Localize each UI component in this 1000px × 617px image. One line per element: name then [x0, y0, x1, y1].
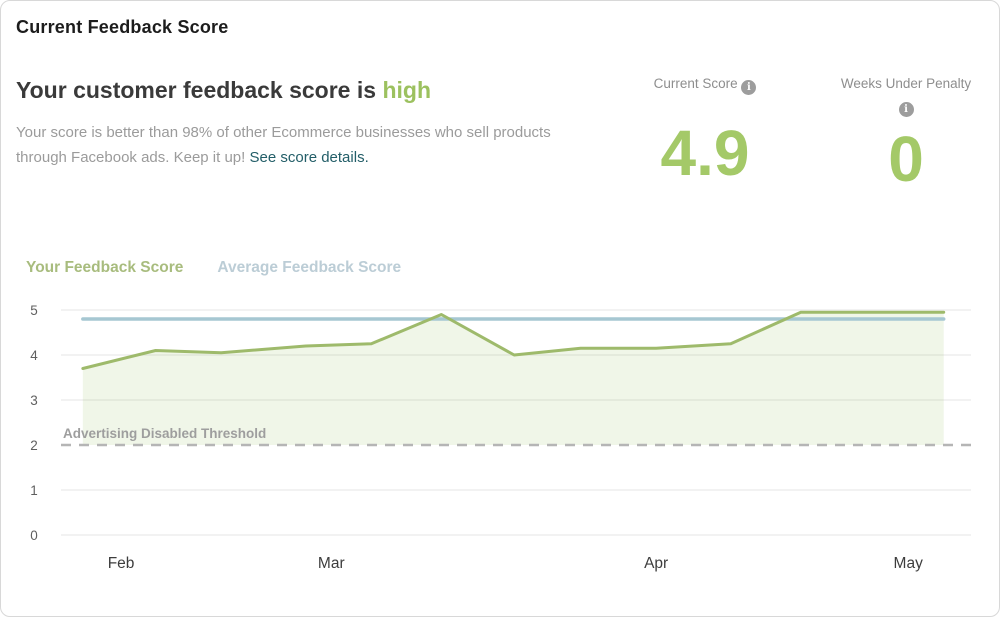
current-score-value: 4.9	[660, 117, 750, 189]
svg-text:4: 4	[30, 348, 38, 363]
svg-text:1: 1	[30, 483, 38, 498]
current-score-label: Current Score	[653, 76, 738, 91]
stats-panel: Current Score i 4.9 Weeks Under Penalty …	[625, 75, 981, 191]
summary-description: Your score is better than 98% of other E…	[16, 121, 576, 171]
page-title: Current Feedback Score	[16, 17, 229, 37]
info-icon[interactable]: i	[898, 101, 914, 117]
svg-text:May: May	[894, 555, 924, 572]
weeks-under-penalty-value: 0	[888, 122, 924, 195]
svg-text:2: 2	[30, 438, 38, 453]
svg-text:Feb: Feb	[108, 555, 135, 572]
svg-text:3: 3	[30, 393, 38, 408]
current-score-label-row: Current Score i	[625, 75, 785, 95]
weeks-penalty-icon-row: i	[831, 97, 981, 117]
info-icon[interactable]: i	[741, 80, 757, 95]
legend-average-feedback-score[interactable]: Average Feedback Score	[217, 259, 401, 277]
see-score-details-link[interactable]: See score details.	[250, 149, 369, 166]
svg-text:Advertising Disabled Threshold: Advertising Disabled Threshold	[63, 426, 266, 441]
legend-your-feedback-score[interactable]: Your Feedback Score	[26, 259, 183, 277]
svg-text:Apr: Apr	[644, 555, 668, 572]
summary-heading-highlight: high	[382, 77, 431, 103]
svg-text:0: 0	[30, 528, 38, 543]
summary-heading-text: Your customer feedback score is	[16, 77, 383, 103]
stat-current-score: Current Score i 4.9	[625, 75, 785, 191]
feedback-score-chart: 0 1 2 3 4 5 Advertising Disabled Threshold Feb M…	[30, 303, 971, 572]
chart-legend: Your Feedback Score Average Feedback Sco…	[26, 259, 401, 277]
summary-heading: Your customer feedback score is high	[16, 77, 431, 104]
svg-text:5: 5	[30, 303, 38, 318]
svg-text:Mar: Mar	[318, 555, 345, 572]
weeks-under-penalty-label: Weeks Under Penalty	[840, 76, 972, 91]
feedback-score-panel: Current Feedback Score Your customer fee…	[0, 0, 1000, 617]
stat-weeks-under-penalty: Weeks Under Penalty i 0	[831, 75, 981, 191]
